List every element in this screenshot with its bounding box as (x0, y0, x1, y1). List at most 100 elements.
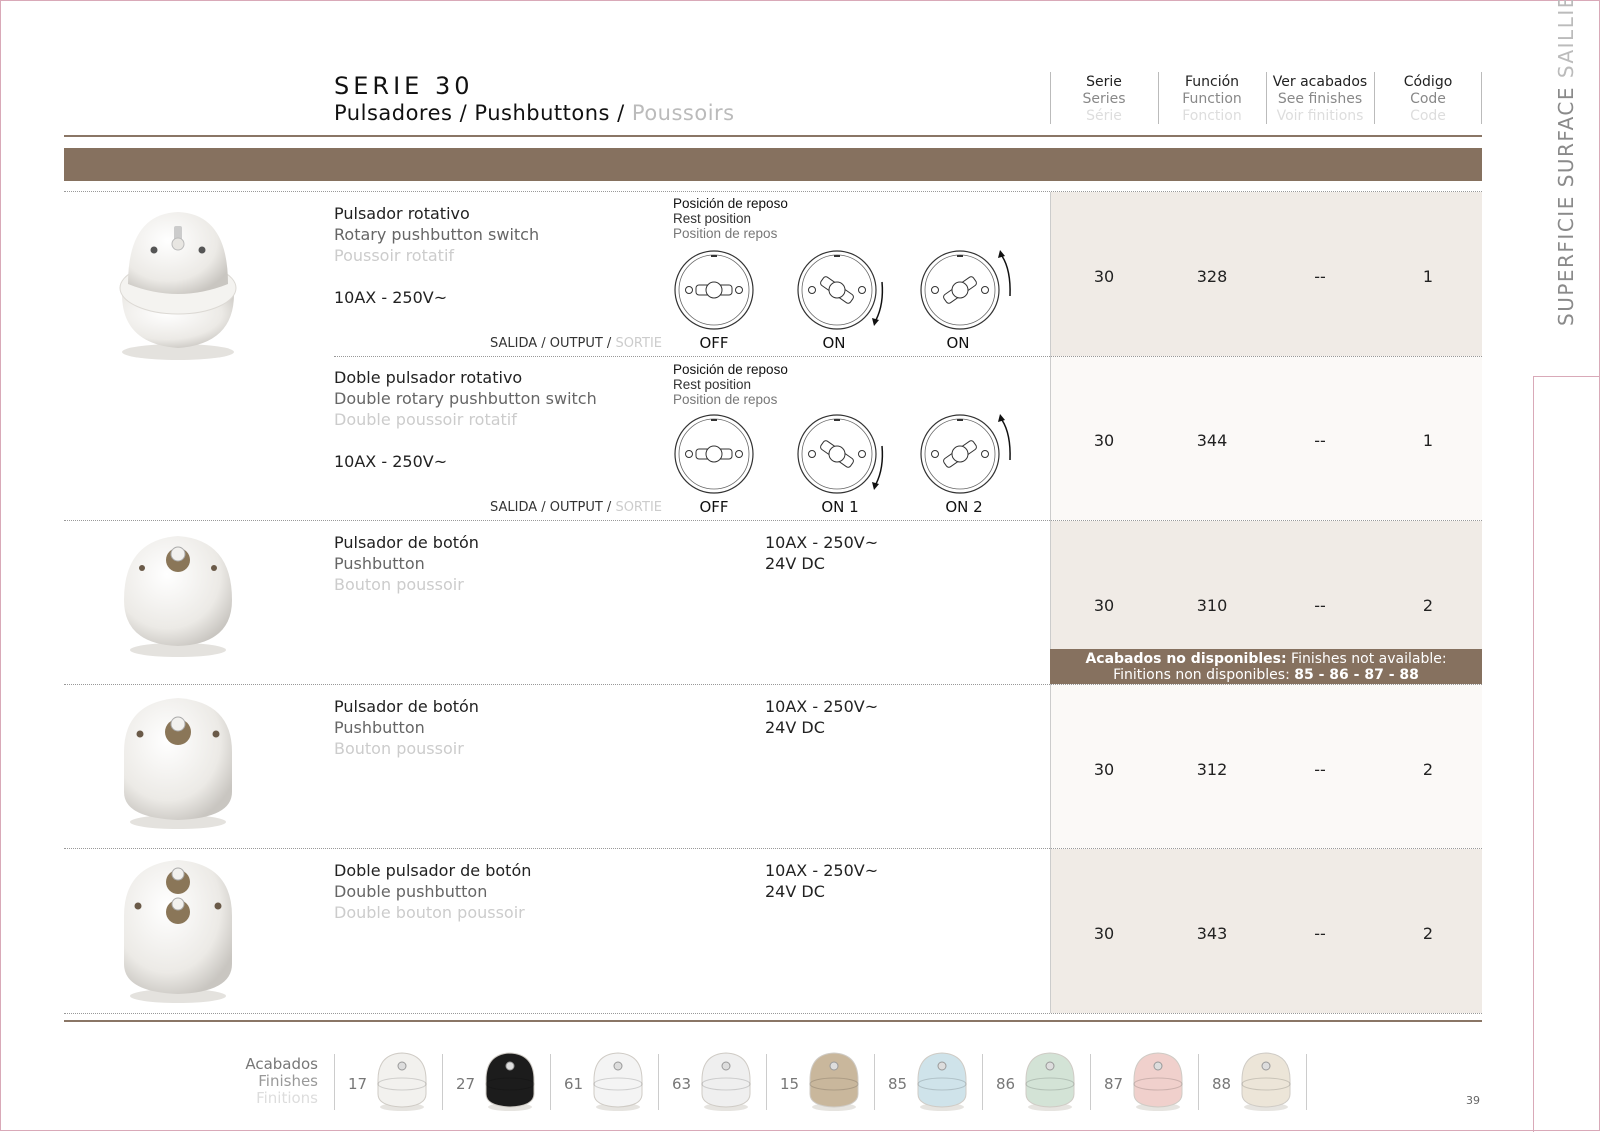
row-separator (334, 356, 1482, 357)
finish-swatch: 87 (1090, 1050, 1198, 1114)
finish-divider (1198, 1054, 1199, 1110)
finishes-fr: Finitions (256, 1089, 318, 1107)
finish-swatch: 27 (442, 1050, 550, 1114)
product-rating: 10AX - 250V~ (334, 452, 448, 471)
product-name: Doble pulsador rotativo Double rotary pus… (334, 367, 597, 430)
name-en: Pushbutton (334, 718, 425, 737)
spec-line: 10AX - 250V~ (765, 861, 879, 880)
col-es: Función (1184, 74, 1240, 90)
footer-rule (64, 1020, 1482, 1022)
product-name: Pulsador rotativo Rotary pushbutton switc… (334, 203, 539, 266)
subtitle-en: Pushbuttons (474, 101, 610, 125)
name-es: Doble pulsador rotativo (334, 368, 523, 387)
rest-fr: Position de repos (673, 226, 778, 241)
cell-codigo: 1 (1422, 431, 1434, 450)
note-text: Finishes not available: (1286, 651, 1447, 667)
note-bold: Acabados no disponibles: (1085, 651, 1287, 667)
cell-serie: 30 (1093, 760, 1115, 779)
position-label: ON 2 (945, 498, 983, 516)
product-rating: 10AX - 250V~ (334, 288, 448, 307)
finishes-unavailable-note: Acabados no disponibles: Finishes not av… (1050, 649, 1482, 684)
name-en: Rotary pushbutton switch (334, 225, 540, 244)
position-label: ON (946, 334, 970, 352)
name-es: Doble pulsador de botón (334, 861, 532, 880)
finish-code: 27 (456, 1075, 476, 1093)
finishes-es: Acabados (245, 1055, 318, 1073)
finish-swatch: 61 (550, 1050, 658, 1114)
column-header-codigo: Código Code Code (1375, 74, 1481, 125)
position-diagrams (674, 250, 1011, 330)
section-band (64, 148, 1482, 181)
product-name: Doble pulsador de botón Double pushbutton… (334, 860, 531, 923)
dial-icon-on-1 (797, 414, 884, 494)
rest-position-label: Posición de reposo Rest position Position … (673, 196, 788, 241)
name-es: Pulsador de botón (334, 533, 479, 552)
subtitle-sep: / (452, 101, 475, 125)
output-es: SALIDA (490, 500, 538, 515)
side-tab (1533, 376, 1600, 1132)
finishes-en: Finishes (258, 1072, 318, 1090)
product-name: Pulsador de botón Pushbutton Bouton pousso… (334, 532, 479, 595)
output-fr: SORTIE (615, 336, 662, 351)
finish-swatch: 63 (658, 1050, 766, 1114)
cell-codigo: 1 (1422, 267, 1434, 286)
cell-serie: 30 (1093, 596, 1115, 615)
position-label: ON 1 (821, 498, 859, 516)
dial-icon-off (674, 414, 754, 494)
side-es: SUPERFICIE (1554, 195, 1578, 326)
finish-image (809, 1052, 859, 1111)
note-text: Finitions non disponibles: (1113, 667, 1295, 683)
finish-code: 87 (1104, 1075, 1124, 1093)
cell-serie: 30 (1093, 267, 1115, 286)
output-es: SALIDA (490, 336, 538, 351)
row-separator (64, 520, 1482, 521)
cell-funcion: 343 (1196, 924, 1228, 943)
output-en: OUTPUT (549, 336, 603, 351)
position-label: OFF (699, 334, 729, 352)
subtitle-es: Pulsadores (334, 101, 453, 125)
col-en: Function (1182, 91, 1242, 107)
name-fr: Double poussoir rotatif (334, 410, 517, 429)
name-en: Pushbutton (334, 554, 425, 573)
page-number: 39 (1466, 1094, 1480, 1107)
name-en: Double pushbutton (334, 882, 488, 901)
side-fr: SAILLIE (1554, 0, 1578, 79)
finish-image (1133, 1052, 1183, 1111)
cell-acabados: -- (1314, 760, 1326, 779)
col-fr: Voir finitions (1276, 108, 1364, 124)
subtitle-sep: / (609, 101, 632, 125)
cell-acabados: -- (1314, 596, 1326, 615)
row-separator (64, 848, 1482, 849)
cell-serie: 30 (1093, 924, 1115, 943)
header-divider (1481, 72, 1482, 124)
cell-funcion: 328 (1196, 267, 1228, 286)
rest-es: Posición de reposo (673, 362, 788, 377)
finish-code: 17 (348, 1075, 368, 1093)
name-fr: Bouton poussoir (334, 575, 464, 594)
col-en: Code (1410, 91, 1446, 107)
finish-code: 15 (780, 1075, 800, 1093)
finish-swatch: 88 (1198, 1050, 1306, 1114)
col-en: See finishes (1277, 91, 1363, 107)
spec-line: 24V DC (765, 554, 825, 573)
name-en: Double rotary pushbutton switch (334, 389, 597, 408)
col-fr: Fonction (1182, 108, 1242, 124)
name-fr: Poussoir rotatif (334, 246, 455, 265)
page-title: SERIE 30 (334, 72, 474, 100)
cell-acabados: -- (1314, 431, 1326, 450)
finish-divider (334, 1054, 335, 1110)
row-separator (64, 1013, 1482, 1014)
cell-funcion: 310 (1196, 596, 1228, 615)
cell-acabados: -- (1314, 267, 1326, 286)
col-en: Series (1082, 91, 1126, 107)
cell-funcion: 312 (1196, 760, 1228, 779)
col-es: Serie (1086, 74, 1122, 90)
column-header-acabados: Ver acabados See finishes Voir finitions (1267, 74, 1373, 125)
output-en: OUTPUT (549, 500, 603, 515)
cell-codigo: 2 (1422, 760, 1434, 779)
spec-line: 24V DC (765, 718, 825, 737)
row-shade (1050, 521, 1482, 649)
output-label: SALIDA / OUTPUT / SORTIE (490, 500, 662, 515)
rest-es: Posición de reposo (673, 196, 788, 211)
rest-en: Rest position (673, 377, 752, 392)
